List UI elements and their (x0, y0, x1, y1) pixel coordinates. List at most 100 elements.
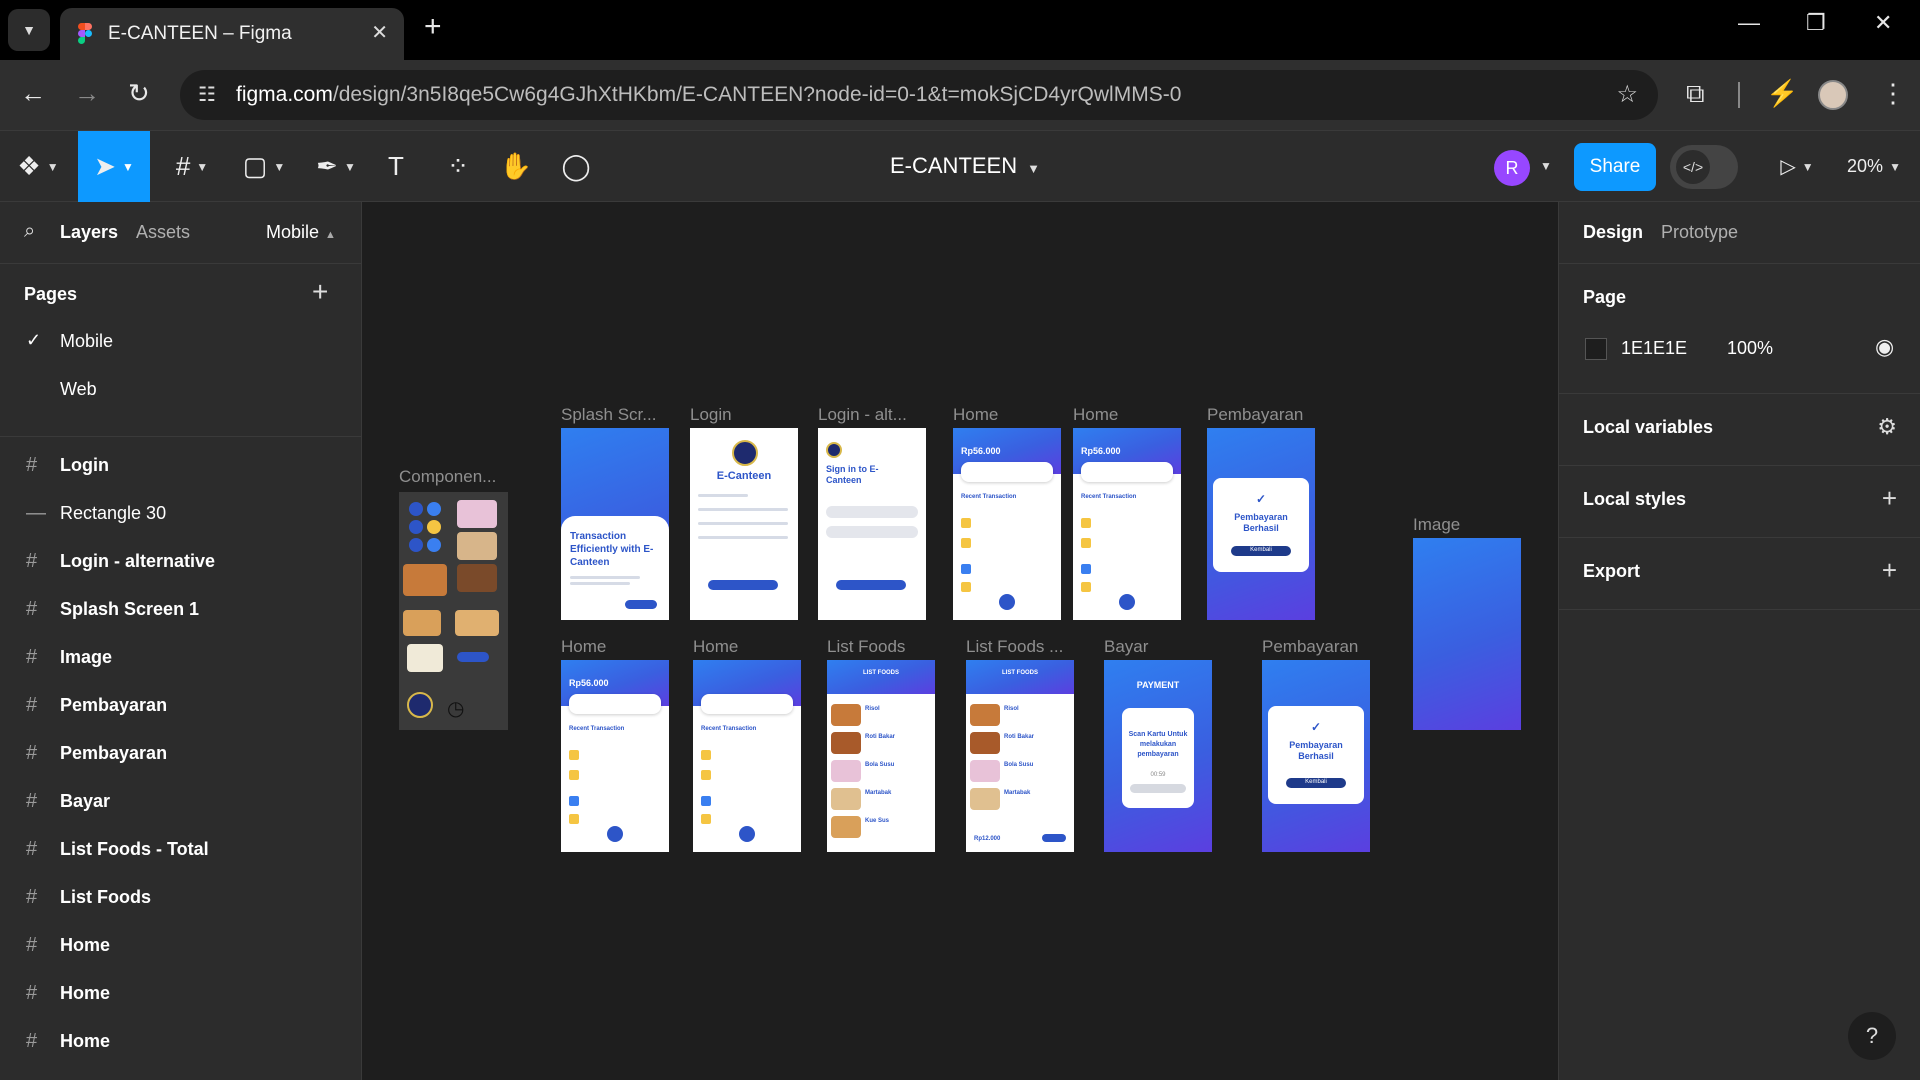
frame-label[interactable]: List Foods ... (966, 637, 1063, 657)
list-foods-frame[interactable]: LIST FOODS Risol Roti Bakar Bola Susu Ma… (827, 660, 935, 852)
frame-label[interactable]: Image (1413, 515, 1460, 535)
browser-tab[interactable]: E-CANTEEN – Figma ✕ (60, 8, 404, 60)
frame-label[interactable]: Pembayaran (1207, 405, 1303, 425)
layer-item[interactable]: # Bayar (0, 778, 361, 826)
resources-tool-button[interactable]: ⁘ (436, 131, 480, 202)
home-frame[interactable]: Rp56.000 Recent Transaction (1073, 428, 1181, 620)
shape-tool-button[interactable]: ▢ ▼ (232, 131, 296, 202)
frame-label[interactable]: Bayar (1104, 637, 1148, 657)
layer-item[interactable]: # Image (0, 634, 361, 682)
tab-layers[interactable]: Layers (60, 222, 118, 243)
main-menu-button[interactable]: ❖ ▼ (8, 131, 68, 202)
text-tool-button[interactable]: T (376, 131, 416, 202)
extensions-icon[interactable]: ⧉ (1686, 78, 1705, 110)
page-item-web[interactable]: Web (0, 366, 361, 414)
layer-item[interactable]: # Home (0, 922, 361, 970)
home-frame[interactable]: Recent Transaction (693, 660, 801, 852)
login-frame[interactable]: E-Canteen (690, 428, 798, 620)
frame-icon: # (26, 934, 38, 956)
layer-item[interactable]: # List Foods - Total (0, 826, 361, 874)
frame-label[interactable]: Home (953, 405, 998, 425)
page-color-value[interactable]: 1E1E1E (1621, 338, 1687, 359)
frame-label[interactable]: List Foods (827, 637, 905, 657)
frame-label[interactable]: Componen... (399, 467, 496, 487)
frame-label[interactable]: Login - alt... (818, 405, 907, 425)
chevron-down-icon[interactable]: ▼ (1540, 159, 1552, 173)
layer-item[interactable]: # Pembayaran (0, 682, 361, 730)
add-export-icon[interactable]: + (1882, 555, 1897, 586)
local-styles-section[interactable]: Local styles + (1559, 466, 1920, 538)
zoom-menu[interactable]: 20% ▼ (1836, 131, 1912, 202)
frame-label[interactable]: Pembayaran (1262, 637, 1358, 657)
layer-item[interactable]: # Home (0, 1018, 361, 1066)
hand-tool-button[interactable]: ✋ (494, 131, 538, 202)
window-close-icon[interactable]: ✕ (1874, 10, 1892, 36)
frame-tool-button[interactable]: # ▼ (160, 131, 224, 202)
forward-icon[interactable]: → (74, 78, 100, 109)
tab-assets[interactable]: Assets (136, 222, 190, 243)
site-settings-icon[interactable]: ☷ (198, 82, 216, 107)
move-tool-button[interactable]: ➤ ▼ (78, 131, 150, 202)
profile-avatar[interactable] (1818, 80, 1848, 110)
performance-icon[interactable]: ⚡ (1766, 78, 1798, 109)
file-title[interactable]: E-CANTEEN ▼ (890, 153, 1040, 179)
frame-label[interactable]: Login (690, 405, 732, 425)
share-button[interactable]: Share (1574, 143, 1656, 191)
page-color-swatch[interactable] (1585, 338, 1607, 360)
layer-item[interactable]: # Home (0, 970, 361, 1018)
browser-menu-icon[interactable]: ⋮ (1880, 78, 1906, 109)
present-button[interactable]: ▷ ▼ (1772, 131, 1822, 202)
bookmark-star-icon[interactable]: ☆ (1616, 80, 1638, 109)
page-switcher[interactable]: Mobile ▲ (266, 222, 336, 243)
home-frame[interactable]: Rp56.000 Recent Transaction (561, 660, 669, 852)
restore-icon[interactable]: ❐ (1806, 10, 1826, 36)
page-item-mobile[interactable]: ✓ Mobile (0, 318, 361, 366)
eye-icon[interactable]: ◉ (1875, 334, 1894, 360)
add-page-icon[interactable]: + (312, 276, 328, 308)
reload-icon[interactable]: ↻ (128, 78, 150, 109)
minimize-icon[interactable]: — (1738, 10, 1760, 36)
search-icon[interactable]: ⌕ (24, 220, 35, 243)
frame-label[interactable]: Splash Scr... (561, 405, 656, 425)
tab-close-icon[interactable]: ✕ (371, 20, 388, 45)
layer-item[interactable]: # Login (0, 442, 361, 490)
components-frame[interactable]: ◷ (399, 492, 508, 730)
layer-item[interactable]: # Splash Screen 1 (0, 586, 361, 634)
layer-item[interactable]: — Rectangle 30 (0, 490, 361, 538)
image-frame[interactable] (1413, 538, 1521, 730)
frame-label[interactable]: Home (561, 637, 606, 657)
help-button[interactable]: ? (1848, 1012, 1896, 1060)
pen-tool-button[interactable]: ✒ ▼ (304, 131, 368, 202)
layer-item[interactable]: # Login - alternative (0, 538, 361, 586)
user-avatar[interactable]: R (1494, 150, 1530, 186)
tab-search-button[interactable]: ▼ (8, 9, 50, 51)
page-opacity-value[interactable]: 100% (1727, 338, 1773, 359)
rectangle-icon: ▢ (242, 151, 268, 181)
login-alternative-frame[interactable]: Sign in to E-Canteen (818, 428, 926, 620)
frame-label[interactable]: Home (1073, 405, 1118, 425)
add-style-icon[interactable]: + (1882, 483, 1897, 514)
design-canvas[interactable]: Componen... Splash Scr... Login Login - … (362, 202, 1558, 1080)
local-variables-section[interactable]: Local variables ⚙ (1559, 394, 1920, 466)
cursor-icon: ➤ (94, 151, 116, 181)
pembayaran-frame[interactable]: ✓ Pembayaran Berhasil Kembali (1207, 428, 1315, 620)
home-frame[interactable]: Rp56.000 Recent Transaction (953, 428, 1061, 620)
variables-icon[interactable]: ⚙ (1877, 414, 1897, 440)
tab-design[interactable]: Design (1583, 222, 1643, 243)
bayar-frame[interactable]: PAYMENT Scan Kartu Untuk melakukan pemba… (1104, 660, 1212, 852)
new-tab-icon[interactable]: + (424, 12, 442, 42)
comment-tool-button[interactable]: ◯ (554, 131, 598, 202)
tab-prototype[interactable]: Prototype (1661, 222, 1738, 243)
dev-mode-toggle[interactable]: </> (1670, 145, 1738, 189)
back-icon[interactable]: ← (20, 78, 46, 109)
layer-item[interactable]: # Pembayaran (0, 730, 361, 778)
splash-screen-frame[interactable]: Transaction Efficiently with E-Canteen (561, 428, 669, 620)
pembayaran-frame[interactable]: ✓ Pembayaran Berhasil Kembali (1262, 660, 1370, 852)
frame-label[interactable]: Home (693, 637, 738, 657)
url-input[interactable]: ☷ figma.com/design/3n5I8qe5Cw6g4GJhXtHKb… (180, 70, 1658, 120)
components-icon: ⁘ (447, 151, 469, 181)
export-section[interactable]: Export + (1559, 538, 1920, 610)
comment-icon: ◯ (561, 151, 591, 181)
layer-item[interactable]: # List Foods (0, 874, 361, 922)
list-foods-total-frame[interactable]: LIST FOODS Risol Roti Bakar Bola Susu Ma… (966, 660, 1074, 852)
